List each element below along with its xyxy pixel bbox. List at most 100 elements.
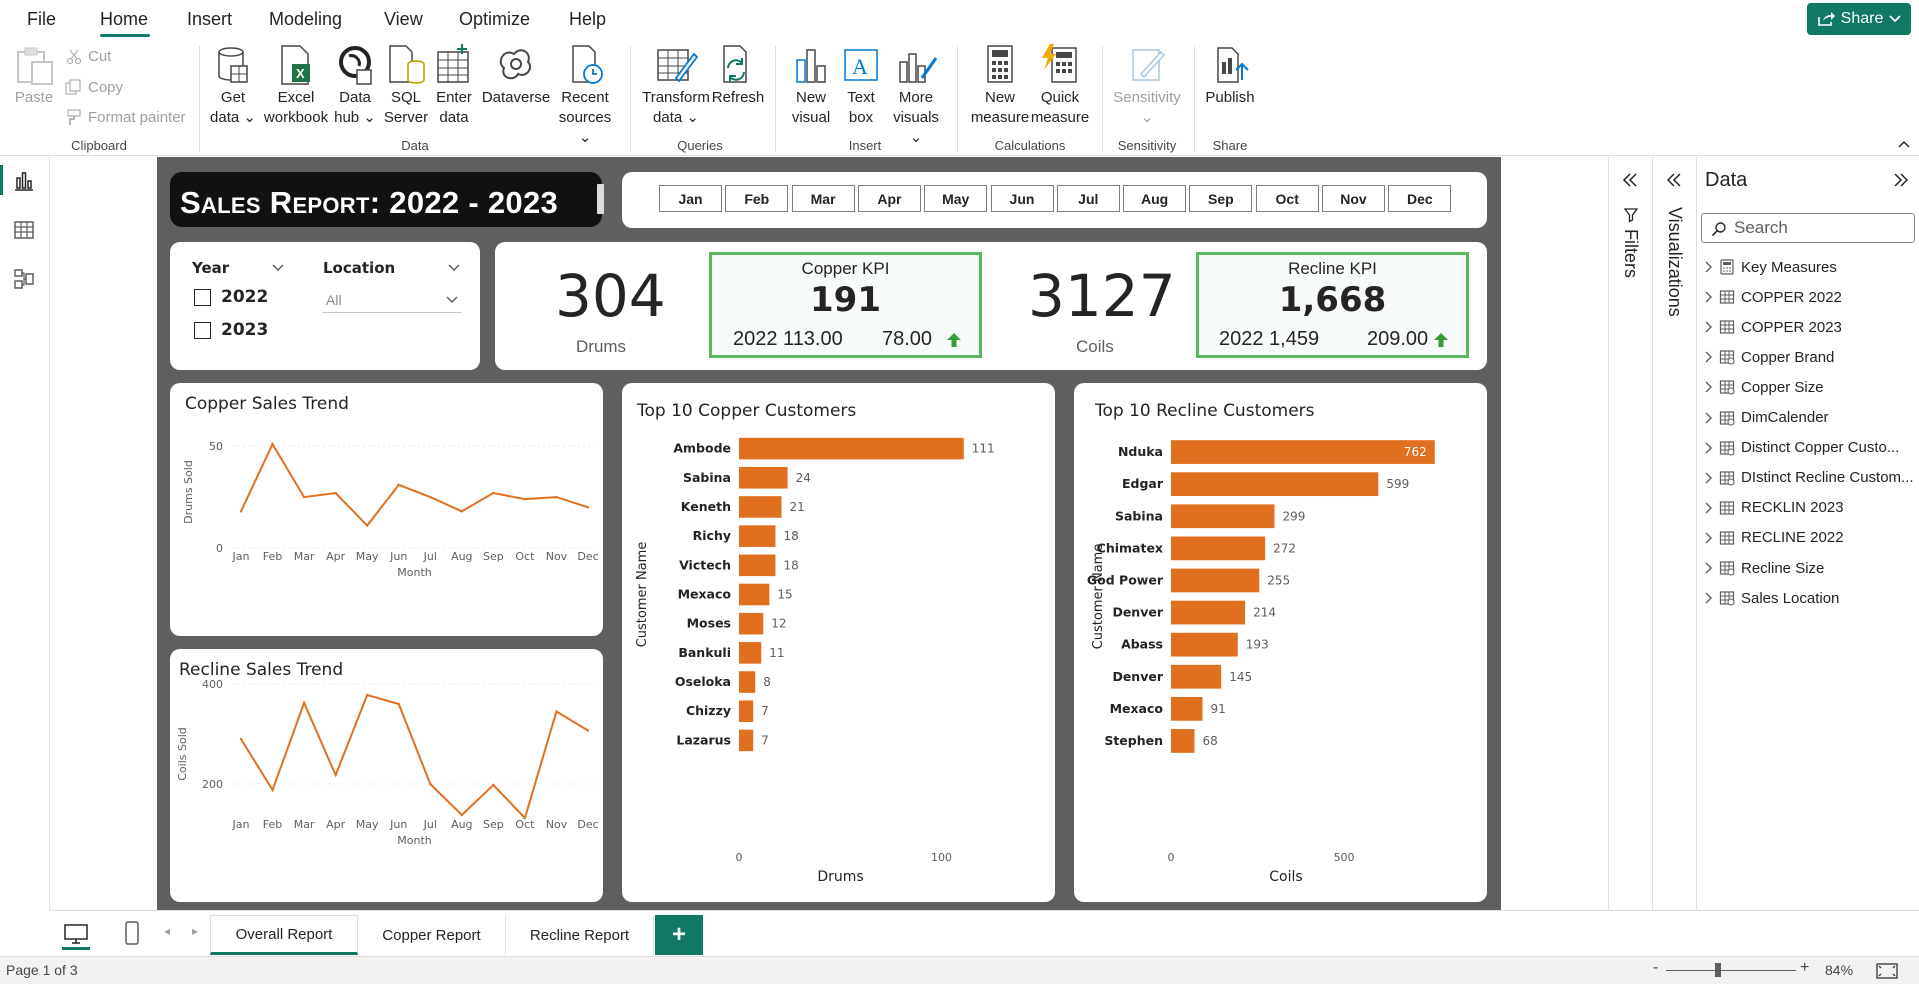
bar[interactable]	[739, 496, 782, 518]
month-button-may[interactable]: May	[924, 185, 988, 212]
chevron-right-icon[interactable]	[1705, 502, 1713, 514]
menu-tab-file[interactable]: File	[27, 9, 56, 30]
data-hub-button[interactable]: Data hub ⌄	[333, 44, 377, 128]
data-point[interactable]	[302, 495, 306, 499]
new-visual-button[interactable]: New visual	[788, 44, 834, 128]
data-table-item[interactable]: Recline Size	[1705, 556, 1824, 580]
bar[interactable]	[1171, 536, 1266, 561]
copy-button[interactable]: Copy	[64, 78, 123, 96]
filters-pane[interactable]: Filters	[1608, 157, 1652, 910]
data-table-item[interactable]: Key Measures	[1705, 255, 1837, 279]
series-line[interactable]	[240, 442, 589, 528]
data-point[interactable]	[365, 524, 369, 527]
cut-button[interactable]: Cut	[66, 48, 111, 65]
excel-workbook-button[interactable]: X Excel workbook	[264, 44, 328, 128]
sql-server-button[interactable]: SQL Server	[383, 44, 429, 128]
chevron-right-icon[interactable]	[1705, 562, 1713, 574]
menu-tab-help[interactable]: Help	[569, 9, 606, 30]
menu-tab-optimize[interactable]: Optimize	[459, 9, 530, 30]
chevron-right-icon[interactable]	[1705, 261, 1713, 273]
data-point[interactable]	[492, 783, 495, 787]
report-view-icon[interactable]	[12, 169, 36, 193]
data-point[interactable]	[271, 788, 274, 792]
bar[interactable]	[1171, 472, 1379, 497]
data-point[interactable]	[555, 495, 558, 499]
bar[interactable]	[1171, 600, 1246, 625]
paste-button[interactable]: Paste	[12, 44, 56, 108]
bar[interactable]	[1171, 632, 1238, 657]
data-table-item[interactable]: Copper Size	[1705, 375, 1824, 399]
bar[interactable]	[1171, 729, 1195, 753]
menu-tab-view[interactable]: View	[384, 9, 423, 30]
month-button-jul[interactable]: Jul	[1056, 185, 1120, 212]
transform-data-button[interactable]: Transform data ⌄	[640, 44, 712, 128]
menu-tab-home[interactable]: Home	[100, 9, 148, 30]
bar[interactable]	[1171, 664, 1222, 689]
publish-button[interactable]: Publish	[1203, 44, 1257, 108]
bar[interactable]	[739, 466, 788, 489]
year-option-2022[interactable]: 2022	[194, 287, 268, 307]
data-search-input[interactable]: Search	[1701, 213, 1915, 243]
bar[interactable]	[739, 437, 964, 460]
zoom-in-button[interactable]: +	[1800, 959, 1809, 977]
data-point[interactable]	[429, 782, 432, 786]
checkbox[interactable]	[194, 288, 211, 306]
data-point[interactable]	[397, 702, 400, 706]
month-button-feb[interactable]: Feb	[725, 185, 789, 212]
data-point[interactable]	[239, 737, 243, 741]
month-button-jan[interactable]: Jan	[659, 185, 722, 212]
recent-sources-button[interactable]: Recent sources ⌄	[554, 44, 616, 148]
data-table-item[interactable]: RECKLIN 2023	[1705, 496, 1844, 520]
chevron-right-icon[interactable]	[1705, 532, 1713, 544]
get-data-button[interactable]: Get data ⌄	[210, 44, 256, 128]
month-button-dec[interactable]: Dec	[1388, 185, 1452, 212]
bar[interactable]	[739, 671, 756, 693]
menu-tab-insert[interactable]: Insert	[187, 9, 232, 30]
data-point[interactable]	[492, 491, 495, 495]
bar[interactable]	[1171, 568, 1260, 593]
visualizations-pane[interactable]: Visualizations	[1652, 157, 1696, 910]
share-button[interactable]: Share	[1807, 3, 1911, 35]
chevron-right-icon[interactable]	[1705, 442, 1713, 454]
dataverse-button[interactable]: Dataverse	[481, 44, 551, 108]
refresh-button[interactable]: Refresh	[712, 44, 764, 108]
bar[interactable]	[739, 612, 764, 635]
checkbox[interactable]	[194, 321, 211, 339]
data-table-item[interactable]: Sales Location	[1705, 586, 1839, 610]
collapse-ribbon-icon[interactable]	[1898, 140, 1910, 148]
data-point[interactable]	[555, 710, 558, 713]
bar[interactable]	[739, 525, 776, 547]
year-option-2023[interactable]: 2023	[194, 320, 268, 340]
page-tab-copper-report[interactable]: Copper Report	[358, 915, 506, 955]
bar[interactable]	[739, 642, 762, 664]
data-point[interactable]	[586, 506, 590, 509]
data-point[interactable]	[365, 693, 369, 697]
series-line[interactable]	[240, 693, 589, 820]
chevron-right-icon[interactable]	[1705, 592, 1713, 604]
bar[interactable]	[739, 729, 754, 752]
data-point[interactable]	[271, 442, 274, 446]
month-button-nov[interactable]: Nov	[1322, 185, 1385, 212]
chevron-down-icon[interactable]	[272, 264, 284, 272]
data-point[interactable]	[334, 491, 337, 495]
zoom-slider-track[interactable]	[1666, 970, 1796, 971]
month-button-oct[interactable]: Oct	[1255, 185, 1319, 212]
chevron-right-icon[interactable]	[1705, 381, 1713, 393]
chevron-right-icon[interactable]	[1705, 412, 1713, 424]
location-dropdown[interactable]: All	[322, 287, 462, 313]
visualizations-pane-label[interactable]: Visualizations	[1664, 207, 1685, 317]
month-button-apr[interactable]: Apr	[857, 185, 921, 212]
double-chevron-left-icon[interactable]	[1622, 173, 1638, 187]
bar[interactable]	[739, 700, 754, 723]
month-button-sep[interactable]: Sep	[1189, 185, 1253, 212]
scroll-left-icon[interactable]: ◂	[164, 924, 170, 938]
mobile-layout-icon[interactable]	[124, 921, 140, 945]
data-table-item[interactable]: Distinct Copper Custo...	[1705, 436, 1899, 460]
page-tab-overall-report[interactable]: Overall Report	[210, 915, 358, 955]
bar[interactable]	[1171, 504, 1275, 529]
menu-tab-modeling[interactable]: Modeling	[269, 9, 342, 30]
zoom-slider-thumb[interactable]	[1715, 963, 1721, 977]
quick-measure-button[interactable]: Quick measure	[1030, 44, 1090, 128]
new-measure-button[interactable]: New measure	[970, 44, 1030, 128]
month-button-jun[interactable]: Jun	[990, 185, 1054, 212]
